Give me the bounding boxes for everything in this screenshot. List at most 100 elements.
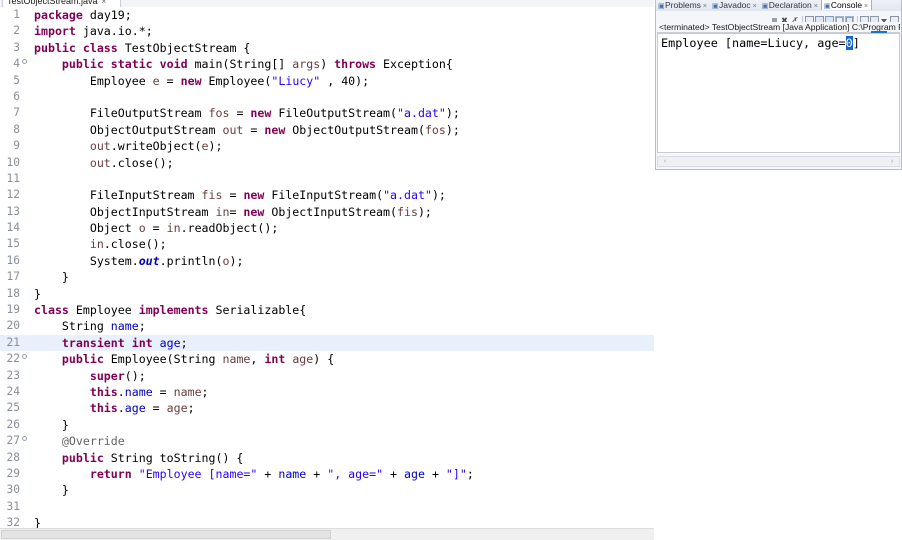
scroll-right-icon[interactable]: › (887, 158, 897, 165)
code-token: implements (138, 303, 209, 318)
code-line[interactable]: 1 package day19; (0, 7, 654, 23)
code-line[interactable]: 29 return "Employee [name=" + name + ", … (0, 466, 654, 482)
code-token: Employee (68, 303, 139, 318)
line-number: 7 (13, 106, 20, 120)
code-line[interactable]: 20 String name; (0, 318, 654, 334)
code-token: @Override (34, 434, 125, 449)
code-line[interactable]: 18} (0, 286, 654, 302)
code-fold-icon[interactable] (22, 59, 27, 65)
console-output-text[interactable]: Employee [name=Liucy, age=0] (657, 33, 900, 153)
code-token: ObjectInputStream (34, 204, 216, 219)
code-token: fis (201, 188, 223, 203)
code-token: ); (445, 122, 460, 137)
console-view-tab-label: Javadoc (719, 0, 751, 10)
editor-horizontal-scrollbar[interactable] (0, 528, 654, 540)
code-token: .writeObject( (110, 139, 202, 154)
code-line[interactable]: 22 public Employee(String name, int age)… (0, 351, 654, 367)
code-line[interactable]: 23 super(); (0, 368, 654, 384)
code-line[interactable]: 5 Employee e = new Employee("Liucy" , 40… (0, 73, 654, 89)
code-token: throws (334, 57, 377, 72)
code-token: = (159, 73, 181, 88)
code-line[interactable]: 32} (0, 515, 654, 528)
editor-tab-testobjectstream[interactable]: TestObjectStream.java × (2, 0, 122, 7)
code-line[interactable]: 16 System.out.println(o); (0, 253, 654, 269)
code-token: out (138, 253, 160, 268)
code-token: Employee( (201, 73, 272, 88)
close-icon[interactable]: × (102, 0, 107, 6)
code-token: = (229, 204, 244, 219)
close-icon[interactable]: × (703, 3, 707, 10)
code-line[interactable]: 27 @Override (0, 433, 654, 449)
line-number: 17 (6, 270, 20, 284)
code-line[interactable]: 17 } (0, 269, 654, 285)
code-token: args (292, 57, 321, 72)
code-token: = (152, 384, 174, 399)
console-view-tab-label: Problems (665, 0, 701, 10)
code-line[interactable]: 12 FileInputStream fis = new FileInputSt… (0, 187, 654, 203)
code-line[interactable]: 30 } (0, 482, 654, 498)
code-line[interactable]: 24 this.name = name; (0, 384, 654, 400)
code-line[interactable]: 10 out.close(); (0, 155, 654, 171)
close-icon[interactable]: × (814, 3, 818, 10)
console-icon: ▣ (823, 3, 831, 10)
console-horizontal-scrollbar[interactable]: ‹ › (657, 156, 900, 167)
code-line[interactable]: 13 ObjectInputStream in= new ObjectInput… (0, 204, 654, 220)
code-token: age (166, 401, 188, 416)
close-icon[interactable]: × (864, 3, 868, 10)
code-line[interactable]: 11 (0, 171, 654, 187)
code-line[interactable]: 9 out.writeObject(e); (0, 138, 654, 154)
code-token: FileOutputStream( (271, 106, 398, 121)
code-line[interactable]: 15 in.close(); (0, 236, 654, 252)
code-line[interactable]: 8 ObjectOutputStream out = new ObjectOut… (0, 122, 654, 138)
code-line[interactable]: 28 public String toString() { (0, 450, 654, 466)
line-number: 9 (13, 139, 20, 153)
code-token: . (117, 401, 125, 416)
console-view-tab-declaration[interactable]: ▣Declaration × (760, 0, 821, 11)
code-token: return (89, 466, 132, 481)
code-line[interactable]: 26 } (0, 417, 654, 433)
scroll-left-icon[interactable]: ‹ (660, 158, 670, 165)
code-line[interactable]: 19 class Employee implements Serializable… (0, 302, 654, 318)
code-token: out (222, 122, 244, 137)
code-line[interactable]: 21 transient int age; (0, 334, 654, 352)
code-text-area[interactable]: 1 package day19; 2 import java.io.*; 3 public… (0, 7, 654, 528)
code-line[interactable]: 4 public static void main(String[] args)… (0, 56, 654, 72)
code-token: name (173, 384, 202, 399)
code-token: Employee (34, 73, 153, 88)
line-number: 29 (6, 466, 20, 480)
code-token: } (34, 286, 41, 301)
code-line[interactable]: 7 FileOutputStream fos = new FileOutputS… (0, 105, 654, 121)
code-token: "Employee [name=" (138, 466, 258, 481)
line-number: 22 (6, 352, 20, 366)
code-line[interactable]: 2 import java.io.*; (0, 23, 654, 39)
code-line[interactable]: 3 public class TestObjectStream { (0, 40, 654, 56)
console-view-tab-console[interactable]: ▣Console × (820, 0, 873, 10)
code-token: = (145, 221, 167, 236)
code-token: TestObjectStream { (117, 40, 251, 55)
code-fold-icon[interactable] (22, 354, 27, 360)
code-token: = (243, 122, 265, 137)
code-token: this (89, 384, 118, 399)
code-line[interactable]: 25 this.age = age; (0, 400, 654, 416)
code-token: } (34, 417, 69, 432)
console-view-tab-javadoc[interactable]: ▣Javadoc × (710, 0, 760, 11)
code-token: ; (138, 319, 146, 334)
code-token: "a.dat" (383, 188, 432, 203)
editor-scrollbar-thumb[interactable] (1, 530, 331, 539)
console-view-panel: ▣Problems × ▣Javadoc × ▣Declaration × ▣Console… (655, 0, 902, 170)
code-line[interactable]: 14 Object o = in.readObject(); (0, 220, 654, 236)
code-token: + (383, 466, 405, 481)
code-token: Employee(String (103, 352, 223, 367)
close-icon[interactable]: × (753, 3, 757, 10)
console-view-tab-problems[interactable]: ▣Problems × (656, 0, 710, 11)
code-token: FileOutputStream (34, 106, 209, 121)
code-token: class (34, 303, 69, 318)
code-token: new (250, 106, 272, 121)
code-line[interactable]: 6 (0, 89, 654, 105)
code-fold-icon[interactable] (22, 436, 27, 442)
code-token: ); (208, 139, 223, 154)
code-line[interactable]: 31 (0, 499, 654, 515)
